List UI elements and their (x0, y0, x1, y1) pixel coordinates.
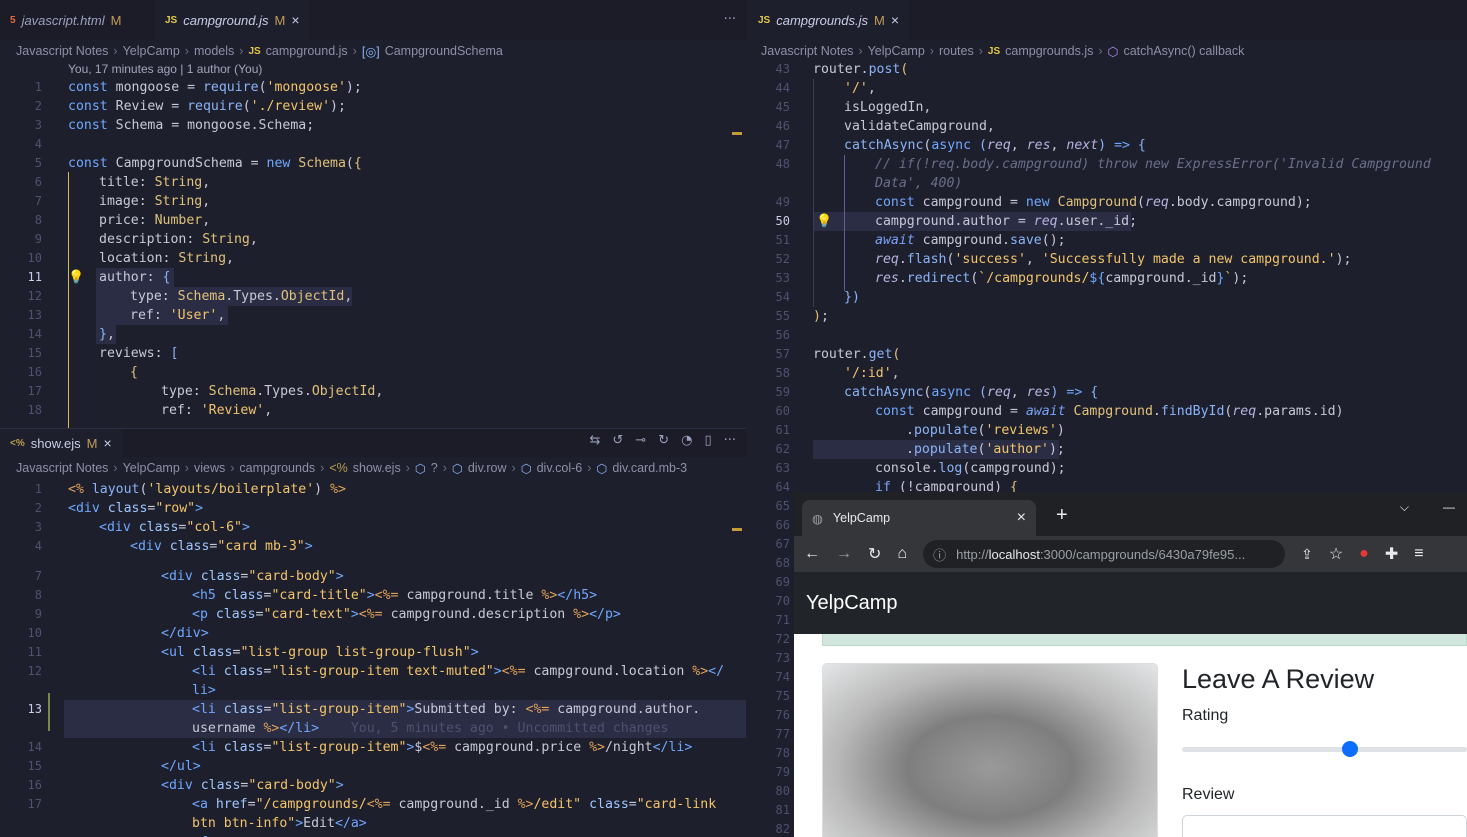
close-icon[interactable]: × (103, 435, 111, 451)
breadcrumb-item[interactable]: campground.js (266, 44, 348, 58)
site-navbar: YelpCamp (794, 572, 1467, 634)
rating-slider-thumb[interactable] (1342, 741, 1358, 757)
browser-window: ◍ YelpCamp × + ⌵ — ← → ↻ ⌂ ⓘ http://loca… (794, 492, 1467, 837)
breadcrumb-item[interactable]: campgrounds (239, 461, 315, 475)
review-textarea[interactable] (1182, 815, 1467, 837)
new-tab-button[interactable]: + (1056, 504, 1068, 527)
more-actions-icon[interactable]: ··· (724, 433, 736, 448)
puzzle-icon[interactable]: ✚ (1385, 544, 1398, 564)
chevron-down-icon[interactable]: ⌵ (1400, 500, 1409, 515)
page-content: Leave A Review Rating Review (794, 634, 1467, 837)
js-icon: JS (987, 45, 1001, 57)
js-icon: JS (165, 14, 178, 26)
ejs-icon: <% (329, 461, 348, 475)
ejs-icon: <% (10, 437, 25, 449)
breadcrumb-item[interactable]: Javascript Notes (761, 44, 853, 58)
previous-change-icon[interactable]: ↺ (612, 433, 623, 448)
address-bar[interactable]: ⓘ http://localhost:3000/campgrounds/6430… (923, 540, 1286, 568)
breadcrumb-item[interactable]: show.ejs (353, 461, 401, 475)
method-icon: ⬡ (1107, 44, 1119, 59)
commit-icon[interactable]: ⊸ (635, 433, 646, 448)
breadcrumb-item[interactable]: ? (431, 461, 438, 475)
breadcrumb-item[interactable]: div.card.mb-3 (612, 461, 687, 475)
breadcrumb-item[interactable]: routes (939, 44, 974, 58)
reload-icon[interactable]: ↻ (868, 544, 881, 564)
home-icon[interactable]: ⌂ (897, 545, 907, 563)
element-icon: ⬡ (451, 461, 463, 476)
code-area[interactable]: 1 const mongoose = require('mongoose'); 2… (0, 78, 746, 420)
editor-tabbar: <% show.ejs M × ⇆ ↺ ⊸ ↻ ◔ ▯ ··· (0, 429, 746, 457)
element-icon: ⬡ (596, 461, 608, 476)
editor-show-ejs: <% show.ejs M × ⇆ ↺ ⊸ ↻ ◔ ▯ ··· Javascri… (0, 428, 746, 837)
review-label: Review (1182, 786, 1235, 803)
scrollbar[interactable] (732, 491, 746, 837)
lightbulb-icon[interactable]: 💡 (816, 212, 832, 231)
tab-javascript-html[interactable]: 5 javascript.html M (0, 0, 155, 40)
review-heading: Leave A Review (1182, 664, 1375, 694)
breadcrumb-item[interactable]: YelpCamp (868, 44, 925, 58)
element-icon: ⬡ (414, 461, 426, 476)
globe-icon: ◍ (812, 511, 823, 526)
editor-actions: ⇆ ↺ ⊸ ↻ ◔ ▯ ··· (589, 433, 736, 448)
browser-toolbar: ← → ↻ ⌂ ⓘ http://localhost:3000/campgrou… (794, 536, 1467, 572)
lightbulb-icon[interactable]: 💡 (68, 268, 84, 287)
breadcrumb-item[interactable]: YelpCamp (123, 461, 180, 475)
tab-campgrounds-js[interactable]: JS campgrounds.js M × (748, 0, 910, 40)
breadcrumb-item[interactable]: campgrounds.js (1005, 44, 1093, 58)
breadcrumb: Javascript Notes › YelpCamp › routes › JS ca… (761, 44, 1245, 59)
breadcrumb-item[interactable]: Javascript Notes (16, 461, 108, 475)
tab-show-ejs[interactable]: <% show.ejs M × (0, 429, 122, 457)
js-icon: JS (248, 45, 261, 57)
html5-icon: 5 (10, 14, 16, 26)
breadcrumb-item[interactable]: catchAsync() callback (1123, 44, 1244, 58)
timeline-icon[interactable]: ◔ (681, 433, 692, 448)
close-icon[interactable]: × (291, 12, 299, 28)
breadcrumb-item[interactable]: div.col-6 (537, 461, 583, 475)
extension-red-icon[interactable]: ● (1359, 545, 1369, 563)
reading-list-icon[interactable]: ≡ (1414, 545, 1423, 563)
forward-icon[interactable]: → (836, 545, 852, 563)
split-editor-icon[interactable]: ▯ (704, 433, 711, 448)
breadcrumb-item[interactable]: div.row (468, 461, 507, 475)
next-change-icon[interactable]: ↻ (658, 433, 669, 448)
tab-campground-js[interactable]: JS campground.js M × (155, 0, 310, 40)
codelens-blame[interactable]: You, 17 minutes ago | 1 author (You) (68, 62, 262, 76)
close-icon[interactable]: × (1017, 509, 1026, 527)
scrollbar[interactable] (732, 62, 746, 428)
share-icon[interactable]: ⇪ (1301, 546, 1313, 563)
more-actions-icon[interactable]: ··· (724, 12, 736, 27)
breadcrumb-item[interactable]: YelpCamp (123, 44, 180, 58)
breadcrumb-item[interactable]: CampgroundSchema (385, 44, 503, 58)
editor-campground-js: 5 javascript.html M JS campground.js M ×… (0, 0, 746, 428)
brand-link[interactable]: YelpCamp (806, 592, 898, 615)
code-area[interactable]: 1 <% layout('layouts/boilerplate') %> 2 <d… (0, 480, 746, 837)
rating-label: Rating (1182, 707, 1229, 724)
editor-tabbar: 5 javascript.html M JS campground.js M ×… (0, 0, 746, 40)
minimize-icon[interactable]: — (1443, 500, 1455, 515)
browser-tab[interactable]: ◍ YelpCamp × (802, 500, 1036, 536)
compare-icon[interactable]: ⇆ (589, 433, 600, 448)
symbol-class-icon: [◎] (361, 44, 380, 59)
element-icon: ⬡ (520, 461, 532, 476)
breadcrumb-item[interactable]: views (194, 461, 225, 475)
flash-alert (822, 634, 1467, 646)
js-icon: JS (758, 14, 771, 26)
breadcrumb: Javascript Notes › YelpCamp › models › JS ca… (16, 44, 503, 59)
back-icon[interactable]: ← (804, 545, 820, 563)
star-icon[interactable]: ☆ (1329, 544, 1343, 564)
info-icon: ⓘ (933, 547, 947, 563)
rating-slider[interactable] (1182, 747, 1467, 752)
breadcrumb-item[interactable]: Javascript Notes (16, 44, 108, 58)
close-icon[interactable]: × (891, 12, 899, 28)
browser-tabstrip: ◍ YelpCamp × + ⌵ — (794, 492, 1467, 536)
breadcrumb-item[interactable]: models (194, 44, 234, 58)
campground-image (822, 663, 1158, 837)
editor-tabbar: JS campgrounds.js M × (748, 0, 1467, 40)
breadcrumb: Javascript Notes › YelpCamp › views › campg… (16, 461, 688, 476)
window-controls: ⌵ — (1400, 500, 1455, 515)
